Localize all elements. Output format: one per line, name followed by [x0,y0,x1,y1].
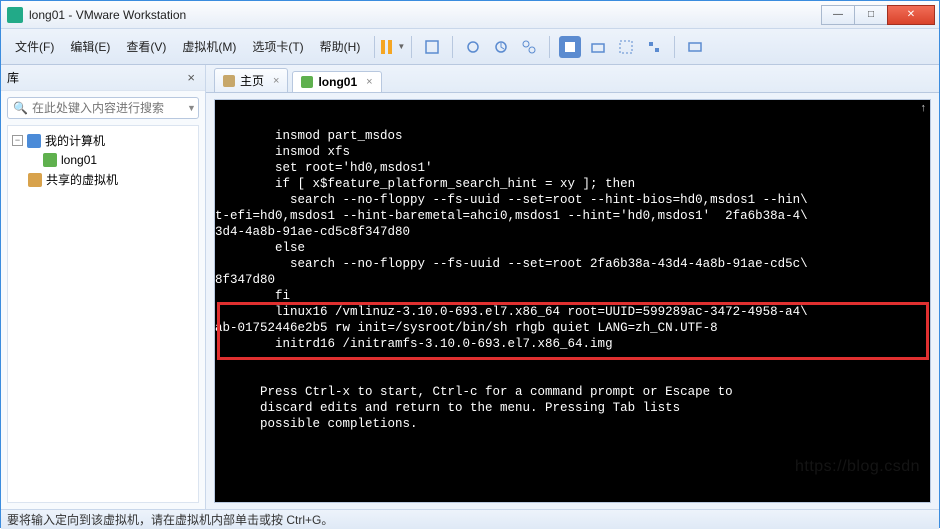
toolbar-separator [452,36,453,58]
menu-view[interactable]: 查看(V) [118,34,174,59]
status-bar: 要将输入定向到该虚拟机，请在虚拟机内部单击或按 Ctrl+G。 [1,509,939,529]
tab-label: 主页 [240,72,264,89]
tab-home[interactable]: 主页 × [214,68,288,92]
search-icon: 🔍 [13,101,28,115]
tree-collapse-icon[interactable]: − [12,135,23,146]
close-button[interactable]: ✕ [887,5,935,25]
vm-console[interactable]: ↑ insmod part_msdos insmod xfs set root=… [214,99,931,503]
menu-edit[interactable]: 编辑(E) [62,34,118,59]
sidebar-header: 库 × [1,65,205,91]
fullscreen-icon[interactable] [615,36,637,58]
tree-label: 共享的虚拟机 [46,171,118,188]
snapshot-revert-icon[interactable] [490,36,512,58]
computer-icon [27,134,41,148]
tab-label: long01 [318,75,357,89]
tree-label: long01 [61,153,97,167]
watermark: https://blog.csdn [795,458,920,476]
tree-root-mycomputer[interactable]: − 我的计算机 [10,130,196,151]
search-input[interactable] [32,101,187,115]
tab-close-icon[interactable]: × [273,75,279,87]
seamless-icon[interactable] [643,36,665,58]
menu-file[interactable]: 文件(F) [7,34,62,59]
menu-vm[interactable]: 虚拟机(M) [174,34,244,59]
body: 库 × 🔍 ▼ − 我的计算机 long01 共享的虚拟机 [1,65,939,509]
toolbar-separator [374,36,375,58]
tree-label: 我的计算机 [45,132,105,149]
tree-vm-long01[interactable]: long01 [10,151,196,169]
menu-help[interactable]: 帮助(H) [312,34,369,59]
toolbar-icon-1[interactable] [421,36,443,58]
search-input-wrap[interactable]: 🔍 ▼ [7,97,199,119]
shared-icon [28,173,42,187]
menu-tabs[interactable]: 选项卡(T) [244,34,311,59]
titlebar: long01 - VMware Workstation — □ ✕ [1,1,939,29]
main-area: 主页 × long01 × ↑ insmod part_msdos insmod… [206,65,939,509]
toolbar-separator [411,36,412,58]
minimize-button[interactable]: — [821,5,855,25]
view-unity-icon[interactable] [587,36,609,58]
toolbar-icon-last[interactable] [684,36,706,58]
tabs-row: 主页 × long01 × [206,65,939,93]
chevron-down-icon[interactable]: ▼ [187,103,196,113]
snapshot-icon[interactable] [462,36,484,58]
sidebar-close-button[interactable]: × [183,70,199,85]
tab-vm-long01[interactable]: long01 × [292,71,381,92]
vm-icon [301,76,313,88]
home-icon [223,75,235,87]
maximize-button[interactable]: □ [854,5,888,25]
sidebar: 库 × 🔍 ▼ − 我的计算机 long01 共享的虚拟机 [1,65,206,509]
menubar: 文件(F) 编辑(E) 查看(V) 虚拟机(M) 选项卡(T) 帮助(H) ▼ [1,29,939,65]
vm-icon [43,153,57,167]
window-controls: — □ ✕ [822,5,935,25]
window-title: long01 - VMware Workstation [29,8,822,22]
pause-button[interactable]: ▼ [381,40,405,54]
chevron-down-icon: ▼ [397,42,405,51]
tree-shared-vms[interactable]: 共享的虚拟机 [10,169,196,190]
status-text: 要将输入定向到该虚拟机，请在虚拟机内部单击或按 Ctrl+G。 [7,511,333,528]
view-console-icon[interactable] [559,36,581,58]
library-tree: − 我的计算机 long01 共享的虚拟机 [7,125,199,503]
app-icon [7,7,23,23]
toolbar-separator [674,36,675,58]
console-output: insmod part_msdos insmod xfs set root='h… [215,100,930,432]
toolbar-separator [549,36,550,58]
tab-close-icon[interactable]: × [366,76,372,88]
sidebar-title: 库 [7,69,19,86]
snapshot-manager-icon[interactable] [518,36,540,58]
